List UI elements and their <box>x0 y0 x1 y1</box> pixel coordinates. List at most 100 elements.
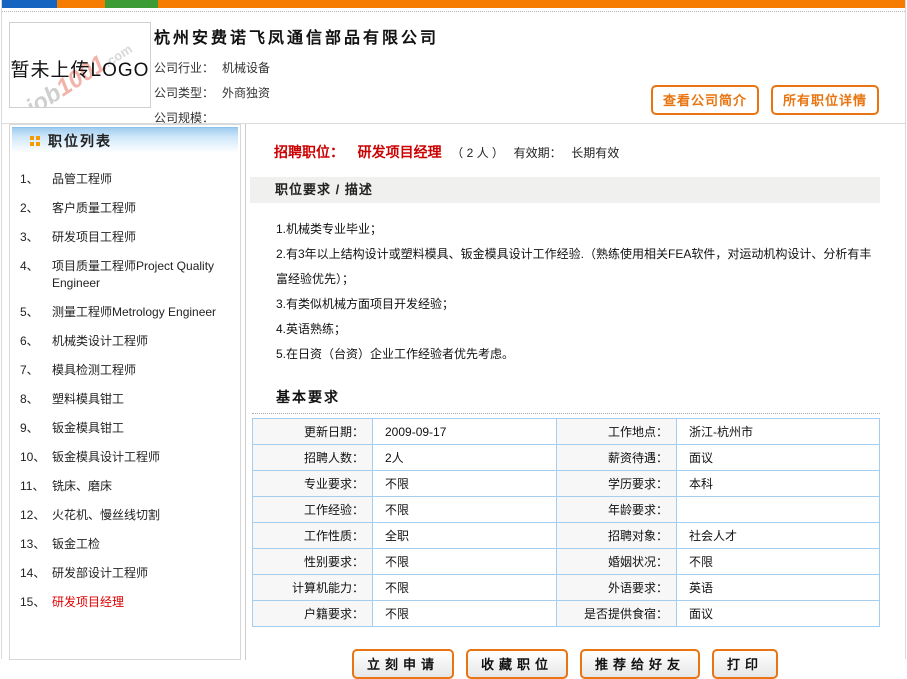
sidebar-job-item[interactable]: 14、研发部设计工程师 <box>10 559 240 588</box>
job-item-number: 13、 <box>20 536 52 553</box>
sidebar-job-item[interactable]: 7、模具检测工程师 <box>10 356 240 385</box>
sidebar-title: 职位列表 <box>48 128 112 154</box>
sidebar-job-item[interactable]: 6、机械类设计工程师 <box>10 327 240 356</box>
job-detail-panel: 招聘职位： 研发项目经理 （ 2 人 ） 有效期： 长期有效 职位要求 / 描述… <box>245 124 906 660</box>
sidebar-job-item[interactable]: 4、项目质量工程师Project Quality Engineer <box>10 252 240 298</box>
top-color-bar <box>2 0 905 8</box>
description-line: 5.在日资（台资）企业工作经验者优先考虑。 <box>276 342 880 367</box>
table-label-cell: 招聘对象： <box>557 523 677 549</box>
table-value-cell: 不限 <box>373 471 557 497</box>
table-row: 工作性质：全职招聘对象：社会人才 <box>253 523 880 549</box>
print-button[interactable]: 打印 <box>712 649 778 679</box>
job-item-label: 钣金模具设计工程师 <box>52 449 160 466</box>
table-row: 招聘人数：2人薪资待遇：面议 <box>253 445 880 471</box>
table-value-cell: 英语 <box>677 575 880 601</box>
company-field-value: 外商独资 <box>222 86 270 100</box>
table-value-cell: 不限 <box>373 497 557 523</box>
table-value-cell: 面议 <box>677 445 880 471</box>
apply-now-button[interactable]: 立刻申请 <box>352 649 454 679</box>
sidebar-job-item[interactable]: 15、研发项目经理 <box>10 588 240 617</box>
table-label-cell: 外语要求： <box>557 575 677 601</box>
basic-requirements-table: 更新日期：2009-09-17工作地点：浙江-杭州市招聘人数：2人薪资待遇：面议… <box>252 418 880 627</box>
logo-placeholder-text: 暂未上传LOGO <box>10 55 150 82</box>
job-title: 研发项目经理 <box>358 144 442 160</box>
table-row: 户籍要求：不限是否提供食宿：面议 <box>253 601 880 627</box>
company-field-label: 公司行业： <box>154 61 214 75</box>
top-bar-segment-orange <box>57 0 105 8</box>
sidebar-job-item[interactable]: 2、客户质量工程师 <box>10 194 240 223</box>
sidebar-job-item[interactable]: 11、铣床、磨床 <box>10 472 240 501</box>
table-value-cell: 社会人才 <box>677 523 880 549</box>
table-label-cell: 婚姻状况： <box>557 549 677 575</box>
table-label-cell: 更新日期： <box>253 419 373 445</box>
all-jobs-detail-button[interactable]: 所有职位详情 <box>771 85 879 115</box>
job-item-label: 塑料模具钳工 <box>52 391 124 408</box>
job-item-number: 3、 <box>20 229 52 246</box>
sidebar-job-item[interactable]: 9、钣金模具钳工 <box>10 414 240 443</box>
job-item-number: 6、 <box>20 333 52 350</box>
table-label-cell: 专业要求： <box>253 471 373 497</box>
job-item-number: 14、 <box>20 565 52 582</box>
job-item-number: 9、 <box>20 420 52 437</box>
table-row: 计算机能力：不限外语要求：英语 <box>253 575 880 601</box>
top-dotted-divider <box>2 8 905 12</box>
sidebar-job-item[interactable]: 5、测量工程师Metrology Engineer <box>10 298 240 327</box>
company-header: job1001.com 暂未上传LOGO 杭州安费诺飞凤通信部品有限公司 公司行… <box>2 14 905 124</box>
table-label-cell: 学历要求： <box>557 471 677 497</box>
company-name: 杭州安费诺飞凤通信部品有限公司 <box>154 24 905 48</box>
job-list-sidebar: 职位列表 1、品管工程师2、客户质量工程师3、研发项目工程师4、项目质量工程师P… <box>9 124 241 660</box>
company-field-value: 机械设备 <box>222 61 270 75</box>
job-item-label: 机械类设计工程师 <box>52 333 148 350</box>
job-header-label: 招聘职位： <box>274 144 344 160</box>
top-bar-segment-green <box>105 0 158 8</box>
table-row: 工作经验：不限年龄要求： <box>253 497 880 523</box>
job-description: 1.机械类专业毕业；2.有3年以上结构设计或塑料模具、钣金模具设计工作经验.（熟… <box>276 217 880 367</box>
recommend-to-friend-button[interactable]: 推荐给好友 <box>580 649 700 679</box>
job-item-label: 项目质量工程师Project Quality Engineer <box>52 258 234 292</box>
table-label-cell: 性别要求： <box>253 549 373 575</box>
company-buttons: 查看公司简介所有职位详情 <box>639 85 879 115</box>
job-list: 1、品管工程师2、客户质量工程师3、研发项目工程师4、项目质量工程师Projec… <box>10 155 240 617</box>
table-label-cell: 年龄要求： <box>557 497 677 523</box>
table-value-cell: 浙江-杭州市 <box>677 419 880 445</box>
action-buttons: 立刻申请收藏职位推荐给好友打印 <box>250 649 880 679</box>
job-item-number: 12、 <box>20 507 52 524</box>
top-bar-segment-blue <box>2 0 57 8</box>
job-item-number: 7、 <box>20 362 52 379</box>
job-item-number: 5、 <box>20 304 52 321</box>
job-item-number: 15、 <box>20 594 52 611</box>
job-item-number: 4、 <box>20 258 52 292</box>
company-logo-placeholder: job1001.com 暂未上传LOGO <box>9 22 151 108</box>
job-item-label: 研发项目工程师 <box>52 229 136 246</box>
table-label-cell: 是否提供食宿： <box>557 601 677 627</box>
table-value-cell: 本科 <box>677 471 880 497</box>
table-label-cell: 薪资待遇： <box>557 445 677 471</box>
table-label-cell: 工作性质： <box>253 523 373 549</box>
job-item-label: 测量工程师Metrology Engineer <box>52 304 216 321</box>
sidebar-job-item[interactable]: 3、研发项目工程师 <box>10 223 240 252</box>
job-item-label: 研发项目经理 <box>52 594 124 611</box>
sidebar-job-item[interactable]: 10、钣金模具设计工程师 <box>10 443 240 472</box>
description-line: 2.有3年以上结构设计或塑料模具、钣金模具设计工作经验.（熟练使用相关FEA软件… <box>276 242 880 292</box>
job-item-number: 8、 <box>20 391 52 408</box>
job-item-number: 11、 <box>20 478 52 495</box>
view-company-profile-button[interactable]: 查看公司简介 <box>651 85 759 115</box>
description-line: 3.有类似机械方面项目开发经验； <box>276 292 880 317</box>
grid-squares-icon <box>30 136 40 146</box>
sidebar-job-item[interactable]: 8、塑料模具钳工 <box>10 385 240 414</box>
sidebar-job-item[interactable]: 12、火花机、慢丝线切割 <box>10 501 240 530</box>
table-value-cell: 不限 <box>373 601 557 627</box>
favorite-job-button[interactable]: 收藏职位 <box>466 649 568 679</box>
job-item-label: 客户质量工程师 <box>52 200 136 217</box>
basic-requirements-title: 基本要求 <box>276 387 880 407</box>
description-line: 1.机械类专业毕业； <box>276 217 880 242</box>
job-item-number: 1、 <box>20 171 52 188</box>
validity-value: 长期有效 <box>571 146 619 160</box>
company-field-row: 公司行业： 机械设备 <box>154 56 905 81</box>
table-value-cell: 面议 <box>677 601 880 627</box>
job-item-label: 火花机、慢丝线切割 <box>52 507 160 524</box>
sidebar-job-item[interactable]: 1、品管工程师 <box>10 165 240 194</box>
job-item-label: 研发部设计工程师 <box>52 565 148 582</box>
sidebar-job-item[interactable]: 13、钣金工检 <box>10 530 240 559</box>
job-headcount: （ 2 人 ） <box>451 146 504 160</box>
